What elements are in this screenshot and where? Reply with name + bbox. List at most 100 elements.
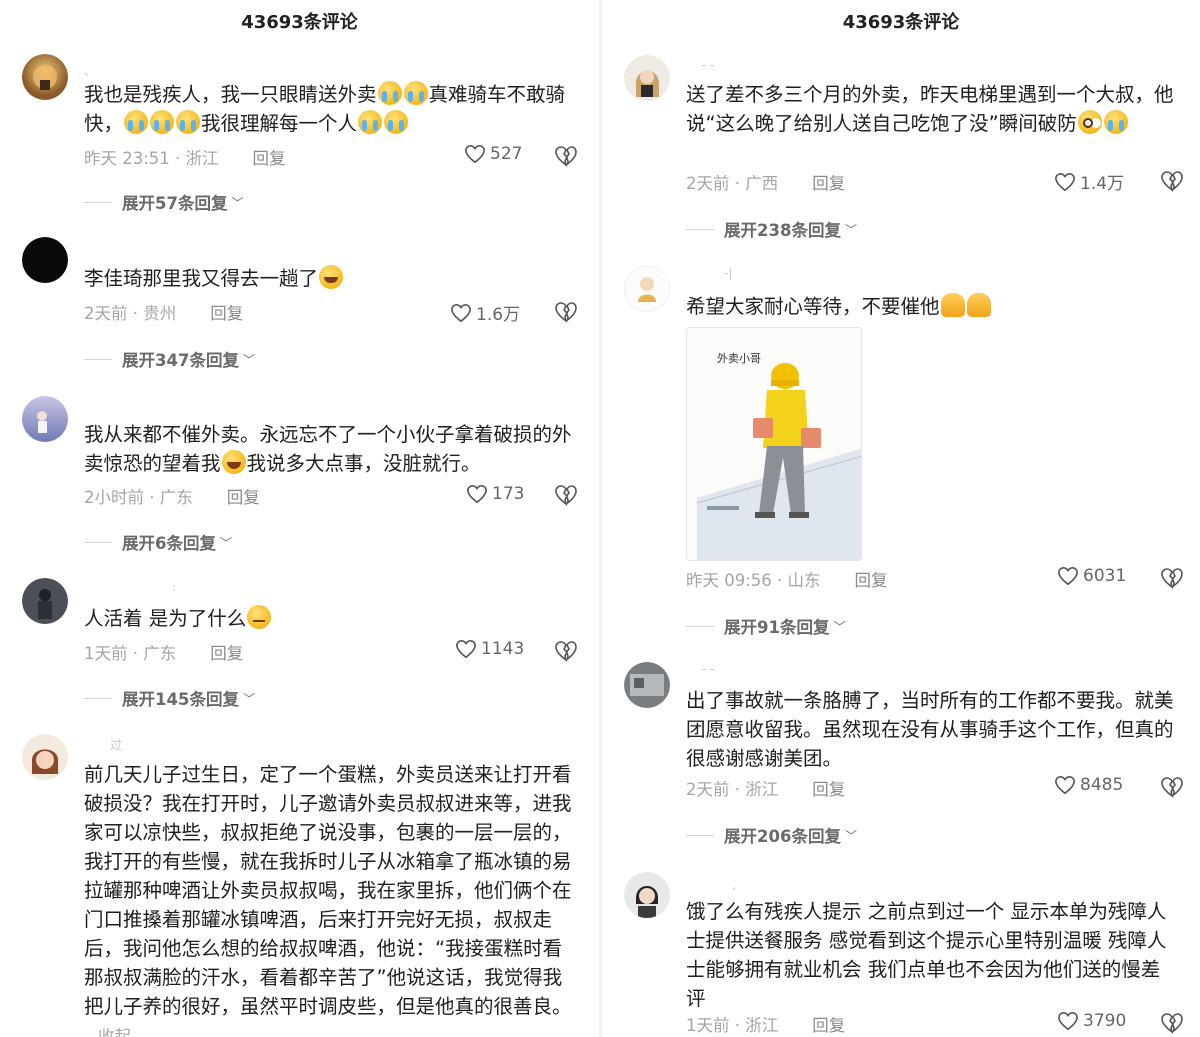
broken-heart-icon[interactable] <box>1160 567 1184 589</box>
like-button[interactable]: 1.6万 <box>450 300 520 325</box>
comment-text: 我从来都不催外卖。永远忘不了一个小伙子拿着破损的外卖惊恐的望着我 我说多大点事，没… <box>84 423 572 475</box>
pleading-face-emoji-icon <box>1077 110 1102 134</box>
heart-outline-icon <box>1055 172 1075 191</box>
comment-text: 饿了么有残疾人提示 之前点到过一个 显示本单为残障人士提供送餐服务 感觉看到这个… <box>686 900 1167 1010</box>
broken-heart-icon[interactable] <box>554 484 578 506</box>
avatar[interactable] <box>22 578 68 624</box>
heart-outline-icon <box>1058 566 1078 586</box>
loudly-crying-emoji-icon <box>358 110 383 134</box>
like-button[interactable]: 527 <box>464 144 522 164</box>
time-location: 昨天 23:51 · 浙江 <box>84 149 219 168</box>
rofl-emoji-icon <box>221 450 246 474</box>
broken-heart-icon[interactable] <box>1160 170 1184 192</box>
comment-meta: 昨天 09:56 · 山东 回复 <box>686 567 888 591</box>
heart-outline-icon <box>451 303 471 322</box>
expand-replies-label: 展开91条回复 <box>724 618 830 637</box>
loudly-crying-emoji-icon <box>377 81 402 105</box>
comment-meta: 1天前 · 广东 回复 <box>84 640 243 664</box>
username[interactable]: : <box>172 580 176 594</box>
comment-text: 希望大家耐心等待，不要催他 <box>686 292 1174 321</box>
like-button[interactable]: 8485 <box>1054 775 1123 795</box>
chevron-down-icon: ﹀ <box>844 828 857 843</box>
like-count: 1143 <box>481 639 525 659</box>
like-count: 527 <box>490 144 523 164</box>
time-location: 昨天 09:56 · 山东 <box>686 571 821 590</box>
like-button[interactable]: 6031 <box>1057 566 1126 586</box>
avatar[interactable] <box>624 55 670 101</box>
avatar[interactable] <box>22 237 68 283</box>
broken-heart-icon[interactable] <box>1160 1012 1184 1034</box>
expand-replies-button[interactable]: 展开145条回复 ﹀ <box>84 686 255 710</box>
username[interactable]: 、 <box>84 62 96 79</box>
comment-text: 我也是残疾人，我一只眼睛送外卖 真难骑车不敢骑快， 我很理解每一个人 <box>84 81 566 135</box>
comment-count-header: 43693条评论 <box>241 12 358 33</box>
username[interactable]: - - <box>702 58 714 72</box>
loudly-crying-emoji-icon <box>150 110 175 134</box>
heart-outline-icon <box>456 639 476 659</box>
reply-button[interactable]: 回复 <box>253 149 286 168</box>
expand-replies-label: 展开206条回复 <box>724 827 841 846</box>
avatar[interactable] <box>624 662 670 708</box>
expand-replies-button[interactable]: 展开347条回复 ﹀ <box>84 347 255 371</box>
broken-heart-icon[interactable] <box>554 301 578 323</box>
expand-replies-label: 展开238条回复 <box>724 221 841 240</box>
reply-button[interactable]: 回复 <box>227 488 260 507</box>
collapse-button[interactable]: 收起 <box>98 1027 131 1037</box>
loudly-crying-emoji-icon <box>1103 110 1128 134</box>
divider <box>84 358 112 360</box>
heart-outline-icon <box>465 144 485 164</box>
comment-meta: 2天前 · 广西 回复 <box>686 170 845 194</box>
username[interactable]: -| <box>724 266 732 280</box>
avatar[interactable] <box>22 54 68 100</box>
like-button[interactable]: 1.4万 <box>1054 169 1124 194</box>
like-button[interactable]: 173 <box>466 484 524 504</box>
like-count: 6031 <box>1083 566 1127 586</box>
expand-replies-button[interactable]: 展开238条回复 ﹀ <box>686 217 857 241</box>
expand-replies-button[interactable]: 展开57条回复 ﹀ <box>84 190 243 214</box>
like-button[interactable]: 1143 <box>455 639 524 659</box>
avatar[interactable] <box>624 872 670 918</box>
avatar[interactable] <box>22 396 68 442</box>
comment-text: 前几天儿子过生日，定了一个蛋糕，外卖员送来让打开看破损没？我在打开时，儿子邀请外… <box>84 760 573 1037</box>
comment-text: 出了事故就一条胳膊了，当时所有的工作都不要我。就美团愿意收留我。虽然现在没有从事… <box>686 689 1174 770</box>
expand-replies-button[interactable]: 展开206条回复 ﹀ <box>686 823 857 847</box>
comment-count-header: 43693条评论 <box>842 12 960 33</box>
reply-button[interactable]: 回复 <box>812 1016 845 1035</box>
reply-button[interactable]: 回复 <box>855 571 888 590</box>
expand-replies-button[interactable]: 展开6条回复 ﹀ <box>84 530 232 554</box>
like-count: 8485 <box>1080 775 1124 795</box>
like-button[interactable]: 3790 <box>1057 1011 1126 1031</box>
divider <box>84 201 112 203</box>
avatar[interactable] <box>624 266 670 312</box>
divider <box>686 834 714 836</box>
username[interactable]: 过 <box>110 736 122 753</box>
broken-heart-icon[interactable] <box>554 640 578 662</box>
chevron-down-icon: ﹀ <box>242 691 255 706</box>
expand-replies-label: 展开6条回复 <box>122 534 216 553</box>
avatar[interactable] <box>22 734 68 780</box>
loudly-crying-emoji-icon <box>403 81 428 105</box>
comment-meta: 1天前 · 浙江 回复 <box>686 1012 845 1036</box>
broken-heart-icon[interactable] <box>1160 776 1184 798</box>
chevron-down-icon: ﹀ <box>231 195 244 210</box>
comment-text: 送了差不多三个月的外卖，昨天电梯里遇到一个大叔，他说“这么晚了给别人送自己吃饱了… <box>686 83 1174 135</box>
time-location: 1天前 · 浙江 <box>686 1016 779 1035</box>
folded-hands-emoji-icon <box>940 293 965 317</box>
username[interactable]: , <box>732 878 736 892</box>
image-caption: 外卖小哥 <box>717 352 761 365</box>
chevron-down-icon: ﹀ <box>844 222 857 237</box>
reply-button[interactable]: 回复 <box>812 780 845 799</box>
reply-button[interactable]: 回复 <box>210 304 243 323</box>
loudly-crying-emoji-icon <box>176 110 201 134</box>
expand-replies-button[interactable]: 展开91条回复 ﹀ <box>686 614 845 638</box>
comment-panel-left: 43693条评论 、 我也是残疾人，我一只眼睛送外卖 真难骑车不敢骑快， 我很理解每… <box>0 0 599 1037</box>
delivery-illustration-image[interactable]: 外卖小哥 <box>686 327 862 561</box>
time-location: 2小时前 · 广东 <box>84 488 193 507</box>
broken-heart-icon[interactable] <box>554 145 578 167</box>
expand-replies-label: 展开57条回复 <box>122 194 228 213</box>
reply-button[interactable]: 回复 <box>210 644 243 663</box>
time-location: 2天前 · 浙江 <box>686 780 779 799</box>
divider <box>686 625 714 627</box>
username[interactable]: - - <box>702 662 714 676</box>
reply-button[interactable]: 回复 <box>812 174 845 193</box>
